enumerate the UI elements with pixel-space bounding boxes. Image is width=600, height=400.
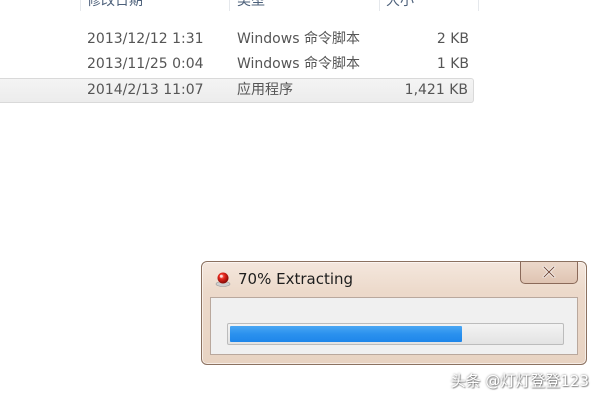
file-row[interactable]: 2013/12/12 1:31 Windows 命令脚本 2 KB [0,27,474,52]
dialog-content [210,297,578,355]
watermark: 头条 @灯灯登登123 [450,372,589,390]
file-size: 2 KB [436,31,469,47]
file-date: 2014/2/13 11:07 [87,82,204,98]
file-date: 2013/11/25 0:04 [87,56,204,72]
column-header-type[interactable]: 类型 [237,0,265,11]
screen: 修改日期 类型 大小 2013/12/12 1:31 Windows 命令脚本 … [0,0,600,400]
column-header-date-modified[interactable]: 修改日期 [87,0,143,11]
file-size: 1,421 KB [404,82,468,98]
progress-bar-fill [230,326,462,342]
column-separator[interactable] [379,0,380,11]
extracting-dialog[interactable]: 70% Extracting [201,261,587,365]
file-date: 2013/12/12 1:31 [87,31,204,47]
file-type: Windows 命令脚本 [237,56,360,72]
close-button[interactable] [520,262,578,284]
column-header-size[interactable]: 大小 [386,0,414,11]
column-separator[interactable] [229,0,230,11]
file-row[interactable]: 2013/11/25 0:04 Windows 命令脚本 1 KB [0,52,474,77]
dialog-title: 70% Extracting [238,270,354,288]
close-x-icon [542,263,556,282]
column-separator[interactable] [478,0,479,11]
file-type: 应用程序 [237,82,293,98]
file-row-selected[interactable]: 2014/2/13 11:07 应用程序 1,421 KB [0,78,474,103]
file-type: Windows 命令脚本 [237,31,360,47]
progress-bar [227,323,564,345]
file-size: 1 KB [436,56,469,72]
column-separator[interactable] [80,0,81,11]
red-dot-app-icon [214,270,232,288]
